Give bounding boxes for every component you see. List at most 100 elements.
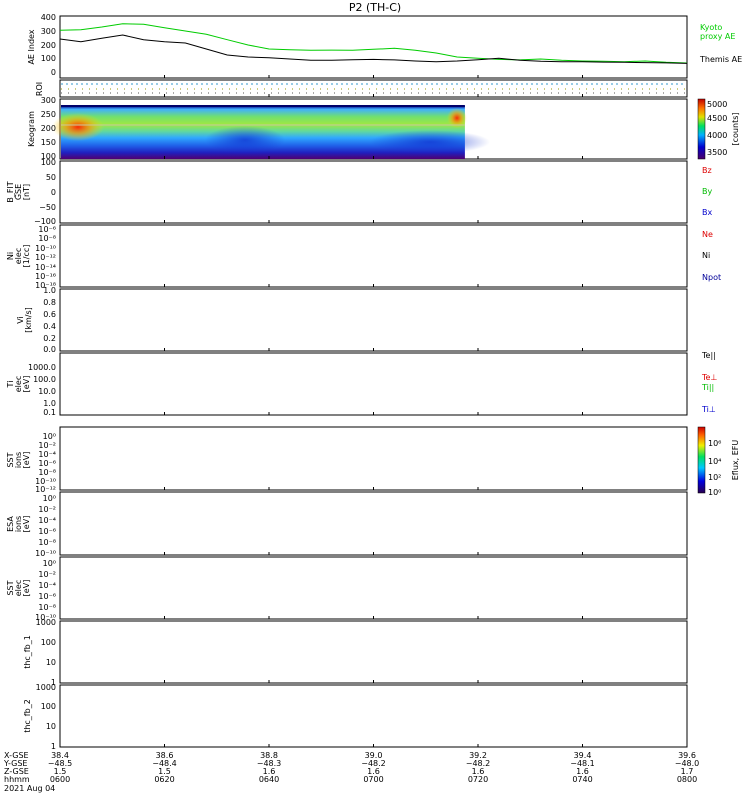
esa-ions-ytick: 10⁻⁸: [38, 538, 56, 547]
x-col-4: 39.2 −48.2 1.6 0720: [466, 751, 491, 784]
vi-ytick: 0.4: [43, 322, 56, 331]
x-col-hhmm: 0620: [154, 775, 174, 784]
keogram-image: [52, 105, 490, 159]
x-col-1: 38.6 −48.4 1.5 0620: [152, 751, 177, 784]
ni-ytick: 10⁻¹⁰: [35, 244, 56, 253]
keogram-hotspot-left: [52, 113, 104, 141]
keogram-colorbar: [697, 98, 706, 160]
eflux-cbar-tick: 10⁰: [708, 488, 721, 497]
vi-ytick: 0.0: [43, 345, 56, 354]
fb1-ylabel: thc_fb_1: [23, 635, 32, 669]
fb1-ytick: 100: [41, 638, 56, 647]
x-tick-marks: [59, 75, 688, 747]
vi-frame: [59, 288, 688, 352]
sst-ions-ytick: 10⁻¹²: [35, 485, 56, 494]
sst-ions-ytick: 10⁻⁶: [38, 459, 56, 468]
sst-ions-frame: [59, 426, 688, 491]
bfit-panel: 100 50 0 −50 −100 B_FIT GSE [nT] Bz By B…: [6, 158, 712, 226]
keogram-top-edge: [61, 105, 465, 107]
fb1-ytick: 10: [46, 658, 56, 667]
vi-yticks: 1.0 0.8 0.6 0.4 0.2 0.0: [43, 286, 56, 354]
bfit-ylabel-3: [nT]: [22, 184, 31, 200]
bfit-ytick: 100: [41, 158, 56, 167]
ae-legend-themis: Themis AE: [699, 55, 742, 64]
ae-frame: [59, 15, 688, 79]
ni-ytick: 10⁻¹²: [35, 253, 56, 262]
ae-yticks: 400 300 200 100 0: [41, 13, 56, 77]
keogram-cbar-tick: 5000: [707, 100, 727, 109]
vi-ytick: 1.0: [43, 286, 56, 295]
sst-ions-ytick: 10⁻²: [38, 441, 56, 450]
esa-ions-ytick: 10⁻⁶: [38, 527, 56, 536]
vi-ytick: 0.8: [43, 298, 56, 307]
ni-ytick: 10⁻¹⁴: [35, 263, 56, 272]
ti-ytick: 0.1: [43, 408, 56, 417]
ni-legend-npot: Npot: [702, 273, 721, 282]
esa-ions-ytick: 10⁰: [43, 494, 56, 503]
ti-legend-te-par: Te||: [701, 351, 716, 360]
esa-ions-frame: [59, 491, 688, 556]
ae-legend-kyoto-1: Kyoto: [700, 23, 722, 32]
sst-ions-yticks: 10⁰ 10⁻² 10⁻⁴ 10⁻⁶ 10⁻⁸ 10⁻¹⁰ 10⁻¹²: [35, 432, 56, 494]
x-date-label: 2021 Aug 04: [4, 784, 55, 793]
ti-legend-ti-par: Ti||: [701, 383, 714, 392]
x-col-hhmm: 0600: [50, 775, 70, 784]
eflux-cbar-label: Eflux, EFU: [731, 440, 740, 481]
ae-panel: 400 300 200 100 0 AE Index Kyoto proxy A…: [27, 13, 742, 79]
ti-legend-ti-perp: Ti⊥: [701, 405, 716, 414]
ae-series-group: [59, 23, 688, 64]
ti-legend-te-perp: Te⊥: [701, 373, 717, 382]
ae-ylabel: AE Index: [27, 29, 36, 64]
ae-ytick: 300: [41, 27, 56, 36]
eflux-cbar-tick: 10⁴: [708, 457, 721, 466]
eflux-colorbar: [697, 426, 706, 494]
sst-ions-ytick: 10⁻⁴: [38, 450, 56, 459]
x-axis: X-GSE Y-GSE Z-GSE hhmm 2021 Aug 04 38.4 …: [3, 751, 699, 793]
esa-ions-ytick: 10⁻⁴: [38, 516, 56, 525]
esa-ions-panel: 10⁰ 10⁻² 10⁻⁴ 10⁻⁶ 10⁻⁸ 10⁻¹⁰ ESA ions […: [6, 491, 688, 558]
x-col-hhmm: 0640: [259, 775, 279, 784]
ti-panel: 1000.0 100.0 10.0 1.0 0.1 Ti elec [eV] T…: [6, 351, 717, 417]
x-col-hhmm: 0800: [677, 775, 697, 784]
bfit-yticks: 100 50 0 −50 −100: [34, 158, 56, 226]
keogram-ytick: 250: [41, 110, 56, 119]
ae-ytick: 200: [41, 41, 56, 50]
keogram-dark-band: [205, 126, 285, 154]
bfit-ytick: 0: [51, 188, 56, 197]
fb1-yticks: 1000 100 10 1: [36, 618, 56, 687]
sst-ions-panel: 10⁰ 10⁻² 10⁻⁴ 10⁻⁶ 10⁻⁸ 10⁻¹⁰ 10⁻¹² SST …: [6, 426, 740, 497]
keogram-panel: 300 250 200 150 100 Keogram 5000 4500 40…: [27, 96, 740, 161]
keogram-cbar-tick: 3500: [707, 148, 727, 157]
fb2-yticks: 1000 100 10 1: [36, 683, 56, 751]
bfit-legend-bx: Bx: [702, 208, 712, 217]
keogram-ytick: 300: [41, 96, 56, 105]
fb1-frame: [59, 620, 688, 684]
ti-ylabel-3: [eV]: [22, 376, 31, 393]
x-col-3: 39.0 −48.2 1.6 0700: [361, 751, 386, 784]
fb2-ylabel: thc_fb_2: [23, 699, 32, 733]
fb2-ytick: 1000: [36, 683, 56, 692]
keogram-cbar-tick: 4500: [707, 114, 727, 123]
keogram-dark-band: [370, 130, 490, 154]
keogram-cbar-tick: 4000: [707, 131, 727, 140]
bfit-legend-bz: Bz: [702, 166, 712, 175]
ni-ytick: 10⁻⁸: [38, 234, 56, 243]
keogram-yticks: 300 250 200 150 100: [41, 96, 56, 161]
sst-elec-ytick: 10⁻²: [38, 570, 56, 579]
ni-legend-ne: Ne: [702, 230, 713, 239]
x-col-5: 39.4 −48.1 1.6 0740: [570, 751, 595, 784]
fb1-ytick: 1000: [36, 618, 56, 627]
bfit-ytick: 50: [46, 173, 56, 182]
x-col-6: 39.6 −48.0 1.7 0800: [675, 751, 700, 784]
ae-legend-kyoto-2: proxy AE: [700, 32, 735, 41]
ni-ylabel-3: [1/cc]: [22, 245, 31, 268]
sst-elec-ytick: 10⁻⁴: [38, 581, 56, 590]
sst-elec-panel: 10⁰ 10⁻² 10⁻⁴ 10⁻⁶ 10⁻⁸ 10⁻¹⁰ SST elec […: [6, 556, 688, 622]
esa-ions-yticks: 10⁰ 10⁻² 10⁻⁴ 10⁻⁶ 10⁻⁸ 10⁻¹⁰: [35, 494, 56, 558]
keogram-ytick: 200: [41, 124, 56, 133]
ni-panel: 10⁻⁶ 10⁻⁸ 10⁻¹⁰ 10⁻¹² 10⁻¹⁴ 10⁻¹⁶ 10⁻¹⁸ …: [6, 224, 721, 290]
ti-yticks: 1000.0 100.0 10.0 1.0 0.1: [28, 363, 56, 417]
vi-ytick: 0.6: [43, 310, 56, 319]
bfit-ytick: −50: [39, 203, 56, 212]
sst-elec-yticks: 10⁰ 10⁻² 10⁻⁴ 10⁻⁶ 10⁻⁸ 10⁻¹⁰: [35, 559, 56, 622]
